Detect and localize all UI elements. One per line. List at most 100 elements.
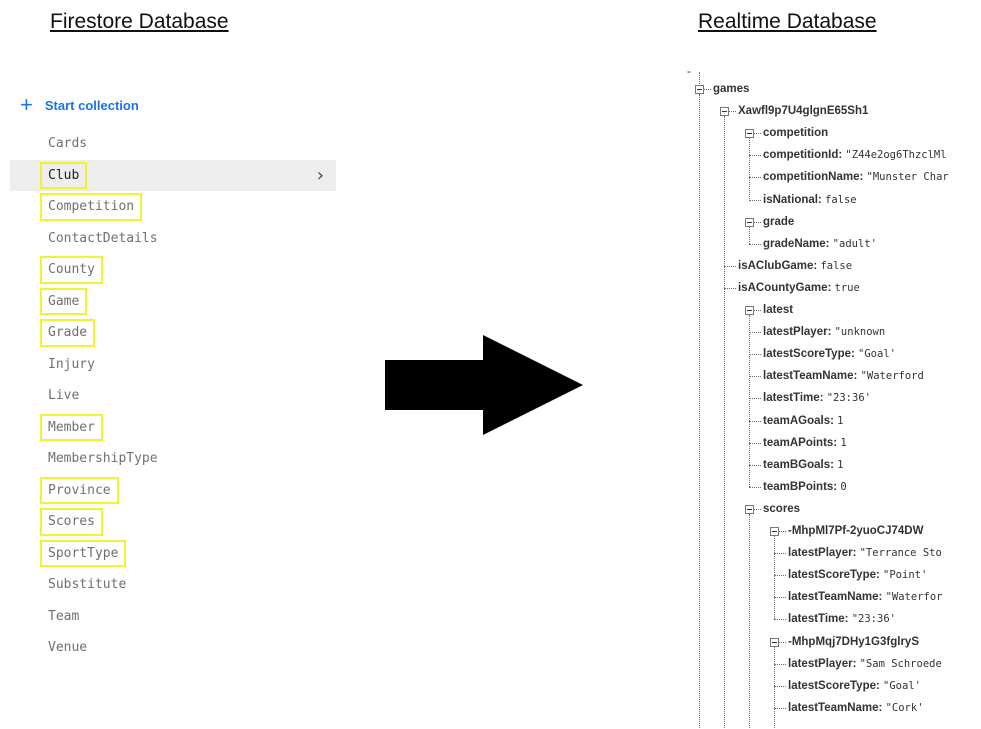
tree-key: latestPlayer: (763, 326, 832, 339)
tree-leaf: competitionName: "Munster Char (763, 170, 949, 184)
tree-key: latestScoreType: (763, 348, 855, 361)
tree-node[interactable]: -MhpMqj7DHy1G3fglryS (788, 635, 919, 649)
tree-leaf: latestScoreType: "Goal' (763, 347, 896, 361)
tree-key: competitionId: (763, 149, 843, 162)
tree-connector (749, 155, 761, 157)
tree-connector (749, 332, 761, 334)
tree-connector (779, 531, 786, 532)
collapse-toggle-icon (745, 504, 754, 514)
tree-node[interactable]: latest (763, 303, 793, 317)
tree-node[interactable]: Xawfl9p7U4glgnE65Sh1 (738, 104, 868, 118)
collapse-toggle-icon (770, 527, 779, 536)
tree-connector (749, 464, 761, 466)
collection-name: Game (39, 286, 88, 318)
tree-value: true (834, 281, 860, 294)
tree-node[interactable]: competition (763, 126, 828, 140)
realtime-heading: Realtime Database (698, 10, 877, 33)
tree-connector (774, 707, 786, 709)
tree-key: latestPlayer: (788, 547, 857, 560)
tree-guide-line (749, 315, 750, 487)
collection-list: Cards Club › Competition ContactDetails Count… (10, 128, 336, 664)
tree-leaf: latestScoreType: "Point' (788, 568, 927, 582)
tree-key: grade (763, 215, 795, 228)
tree-leaf: teamBPoints: 0 (763, 480, 847, 494)
collection-name: Grade (39, 317, 96, 349)
collection-item[interactable]: Club › (10, 159, 336, 192)
collection-name: Province (40, 475, 119, 507)
collection-item[interactable]: Live (10, 380, 336, 412)
tree-value: false (825, 193, 857, 206)
tree-connector (779, 641, 786, 643)
tree-key: -MhpMl7Pf-2yuoCJ74DW (788, 525, 924, 537)
start-collection-button[interactable]: + Start collection (20, 94, 139, 116)
tree-guide-line (774, 536, 775, 620)
tree-leaf: latestTeamName: "Cork' (788, 701, 924, 715)
tree-node[interactable]: grade (763, 215, 794, 229)
collection-item[interactable]: MembershipType (10, 443, 336, 475)
tree-key: gradeName: (763, 237, 830, 250)
tree-key: isACountyGame: (738, 281, 832, 294)
collection-item[interactable]: Grade (10, 317, 336, 349)
tree-leaf: teamAGoals: 1 (763, 414, 843, 428)
tree-leaf: teamBGoals: 1 (763, 458, 843, 472)
tree-value: 1 (840, 436, 847, 449)
tree-leaf: latestTeamName: "Waterford (763, 369, 924, 383)
collapse-toggle-icon (720, 107, 729, 117)
tree-key: scores (763, 502, 801, 515)
tree-value: "Munster Char (866, 171, 949, 184)
collection-item[interactable]: Competition (10, 191, 336, 223)
tree-root-marker: - (687, 66, 691, 78)
tree-connector (724, 287, 736, 289)
tree-value: "23:36' (851, 613, 896, 626)
tree-leaf: competitionId: "Z44e2og6ThzclMl (763, 148, 947, 162)
tree-connector (749, 486, 761, 488)
tree-connector (774, 575, 786, 577)
tree-key: latestTeamName: (763, 370, 858, 383)
collection-name: Competition (39, 191, 143, 223)
tree-value: 1 (837, 414, 844, 427)
collection-item[interactable]: Substitute (10, 569, 336, 601)
collection-item[interactable]: County (10, 254, 336, 286)
tree-connector (774, 685, 786, 687)
tree-key: latestTeamName: (788, 701, 883, 714)
collection-name: Club (39, 160, 88, 192)
collection-item[interactable]: Scores (10, 506, 336, 538)
tree-leaf: latestScoreType: "Goal' (788, 679, 921, 693)
collection-item[interactable]: SportType (10, 538, 336, 570)
tree-value: "Z44e2og6ThzclMl (845, 149, 947, 162)
collection-item[interactable]: Team (10, 601, 336, 633)
collection-item[interactable]: Injury (10, 349, 336, 381)
collection-item[interactable]: Venue (10, 632, 336, 664)
tree-node[interactable]: -MhpMl7Pf-2yuoCJ74DW (788, 524, 923, 538)
tree-value: "Terrance Sto (859, 547, 942, 560)
collection-name: Injury (48, 356, 95, 372)
tree-guide-line (699, 94, 700, 729)
collection-item[interactable]: Member (10, 412, 336, 444)
tree-connector (749, 199, 761, 201)
tree-key: latestScoreType: (788, 569, 880, 582)
tree-key: Xawfl9p7U4glgnE65Sh1 (738, 105, 869, 118)
tree-node[interactable]: games (713, 82, 749, 96)
tree-leaf: latestTime: "23:36' (763, 391, 871, 405)
tree-guide-line (774, 646, 775, 729)
collection-item[interactable]: Game (10, 286, 336, 318)
tree-leaf: latestTeamName: "Waterfor (788, 590, 943, 604)
tree-connector (774, 597, 786, 599)
collapse-toggle-icon (695, 85, 704, 94)
tree-leaf: latestPlayer: "Sam Schroede (788, 657, 942, 671)
tree-key: isNational: (763, 193, 822, 206)
collapse-toggle-icon (745, 306, 754, 315)
collection-item[interactable]: Cards (10, 128, 336, 160)
tree-leaf: latestPlayer: "Terrance Sto (788, 546, 942, 560)
collection-name: SportType (39, 538, 127, 570)
realtime-tree: - games Xawfl9p7U4glgnE65Sh1 competition co… (680, 60, 980, 729)
tree-key: competitionName: (763, 171, 864, 184)
tree-connector (704, 89, 711, 90)
collection-item[interactable]: ContactDetails (10, 223, 336, 255)
tree-leaf: latestPlayer: "unknown (763, 325, 885, 339)
tree-node[interactable]: scores (763, 502, 800, 516)
collection-item[interactable]: Province (10, 475, 336, 507)
tree-connector (749, 420, 761, 422)
tree-leaf: isAClubGame: false (738, 259, 852, 273)
tree-connector (749, 243, 761, 245)
